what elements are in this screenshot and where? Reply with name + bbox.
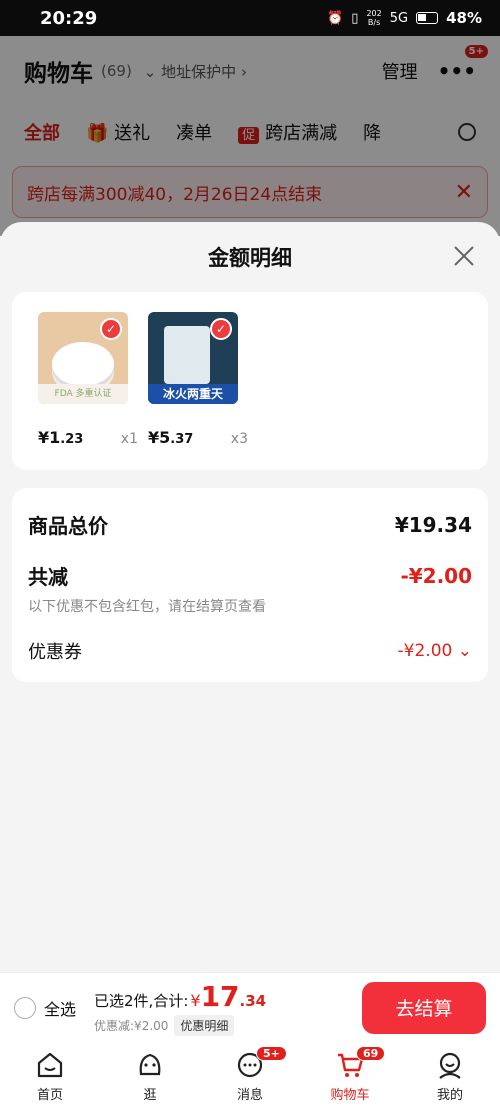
product-price: ¥5.37 bbox=[148, 428, 194, 447]
plate-graphic bbox=[52, 342, 114, 386]
reduce-value: -¥2.00 bbox=[400, 563, 472, 588]
product-item[interactable]: 冰火两重天 ✓ ¥5.37 x3 bbox=[148, 312, 248, 450]
product-price: ¥1.23 bbox=[38, 428, 84, 447]
tab-home[interactable]: 首页 bbox=[0, 1042, 100, 1111]
price-breakdown: 商品总价 ¥19.34 共减 -¥2.00 以下优惠不包含红包，请在结算页查看 … bbox=[12, 488, 488, 682]
coupon-label: 优惠券 bbox=[28, 642, 82, 663]
status-bar: 20:29 ⏰ ▯ 202 B/s 5G 48% bbox=[0, 0, 500, 36]
checkout-total: 已选2件,合计: ¥ 17 .34 bbox=[94, 980, 266, 1013]
product-image: 冰火两重天 ✓ bbox=[148, 312, 238, 404]
battery-percent: 48% bbox=[446, 9, 482, 27]
cart-badge: 69 bbox=[356, 1046, 386, 1061]
select-all-checkbox[interactable] bbox=[14, 996, 36, 1019]
product-image: FDA 多重认证 ✓ bbox=[38, 312, 128, 404]
product-qty: x1 bbox=[120, 431, 138, 447]
total-integer: 17 bbox=[200, 979, 240, 1013]
discount-detail-chip[interactable]: 优惠明细 bbox=[174, 1014, 235, 1036]
coupon-value: -¥2.00 ⌄ bbox=[397, 641, 472, 661]
product-qty: x3 bbox=[230, 431, 248, 447]
product-info: ¥5.37 x3 bbox=[148, 428, 248, 447]
total-price-label: 商品总价 bbox=[28, 514, 108, 538]
checkout-summary: 已选2件,合计: ¥ 17 .34 优惠减:¥2.00 优惠明细 bbox=[94, 980, 266, 1036]
checkout-discount: 优惠减:¥2.00 优惠明细 bbox=[94, 1014, 266, 1036]
total-decimal: .34 bbox=[239, 991, 267, 1010]
tab-browse[interactable]: 逛 bbox=[100, 1042, 200, 1111]
tab-profile[interactable]: 我的 bbox=[400, 1042, 500, 1111]
reduce-note: 以下优惠不包含红包，请在结算页查看 bbox=[28, 599, 266, 615]
discount-text: 优惠减:¥2.00 bbox=[94, 1018, 169, 1033]
bottom-tab-bar: 首页 逛 消息 5+ 购物车 69 我的 bbox=[0, 1042, 500, 1111]
sheet-header: 金额明细 bbox=[0, 222, 500, 292]
browse-icon bbox=[139, 1053, 161, 1076]
tab-cart[interactable]: 购物车 69 bbox=[300, 1042, 400, 1111]
modal-overlay[interactable] bbox=[0, 36, 500, 236]
product-item[interactable]: FDA 多重认证 ✓ ¥1.23 x1 bbox=[38, 312, 138, 450]
home-icon bbox=[37, 1052, 63, 1078]
product-list: FDA 多重认证 ✓ ¥1.23 x1 冰火两重天 ✓ ¥5.37 x3 bbox=[12, 292, 488, 470]
signal-icon: 5G bbox=[389, 10, 409, 26]
close-icon[interactable] bbox=[452, 244, 476, 268]
battery-icon bbox=[416, 12, 439, 24]
checkout-bar: 全选 已选2件,合计: ¥ 17 .34 优惠减:¥2.00 优惠明细 去结算 bbox=[0, 972, 500, 1042]
product-info: ¥1.23 x1 bbox=[38, 428, 138, 447]
status-icons: ⏰ ▯ 202 B/s 5G 48% bbox=[327, 9, 482, 27]
check-icon: ✓ bbox=[210, 318, 232, 340]
product-box-graphic bbox=[164, 326, 210, 384]
total-price-value: ¥19.34 bbox=[394, 512, 472, 537]
sheet-title: 金额明细 bbox=[208, 246, 292, 270]
select-all-label[interactable]: 全选 bbox=[44, 996, 76, 1020]
profile-icon bbox=[439, 1052, 461, 1079]
checkout-button[interactable]: 去结算 bbox=[362, 981, 486, 1034]
amount-detail-sheet: 金额明细 FDA 多重认证 ✓ ¥1.23 x1 冰火两重天 ✓ ¥5.37 x… bbox=[0, 222, 500, 972]
coupon-row[interactable]: 优惠券 -¥2.00 ⌄ bbox=[28, 638, 472, 664]
reduce-label: 共减 bbox=[28, 565, 68, 589]
alarm-icon: ⏰ bbox=[327, 10, 344, 26]
selected-text: 已选2件,合计: bbox=[94, 991, 189, 1010]
currency-symbol: ¥ bbox=[190, 990, 201, 1010]
check-icon: ✓ bbox=[100, 318, 122, 340]
message-badge: 5+ bbox=[256, 1046, 287, 1061]
reduce-row: 共减 -¥2.00 bbox=[28, 561, 472, 590]
tab-messages[interactable]: 消息 5+ bbox=[200, 1042, 300, 1111]
product-image-caption: FDA 多重认证 bbox=[38, 384, 128, 404]
vibrate-icon: ▯ bbox=[351, 10, 359, 26]
product-image-caption: 冰火两重天 bbox=[148, 384, 238, 404]
net-speed: 202 B/s bbox=[366, 9, 382, 27]
total-price-row: 商品总价 ¥19.34 bbox=[28, 510, 472, 539]
chevron-down-icon: ⌄ bbox=[457, 641, 472, 661]
status-time: 20:29 bbox=[40, 7, 98, 29]
